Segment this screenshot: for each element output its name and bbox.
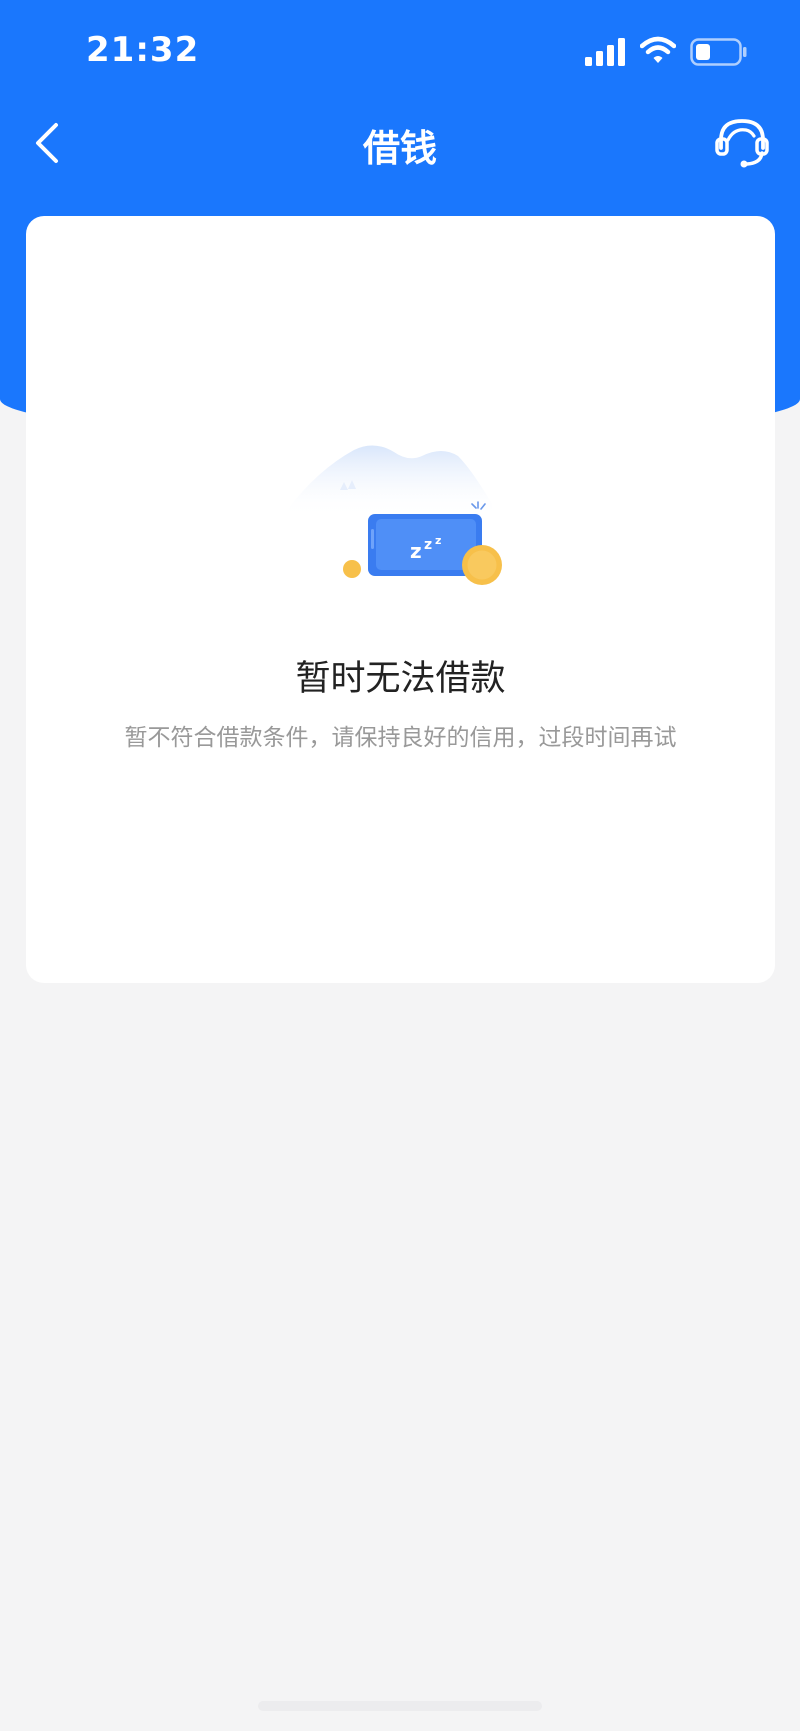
page-title: 借钱 [363,127,437,170]
status-bar: 21:32 [0,0,800,100]
svg-text:z: z [435,534,441,547]
empty-state-title: 暂时无法借款 [295,659,506,699]
svg-text:z: z [410,539,422,563]
navigation-bar: 借钱 [0,100,800,188]
cellular-signal-icon [585,38,625,66]
home-indicator [258,1701,542,1711]
svg-text:z: z [424,537,432,553]
status-time: 21:32 [86,30,200,70]
empty-state-description: 暂不符合借款条件，请保持良好的信用，过段时间再试 [124,725,677,751]
battery-icon [690,38,747,66]
sleeping-phone-illustration: z z z [282,445,502,585]
status-card: z z z 暂时无法借款 暂不符合借款条件，请保持良好的信用，过段时间再试 [26,216,775,983]
wifi-icon [640,36,676,63]
customer-service-headset-icon[interactable] [714,114,770,170]
